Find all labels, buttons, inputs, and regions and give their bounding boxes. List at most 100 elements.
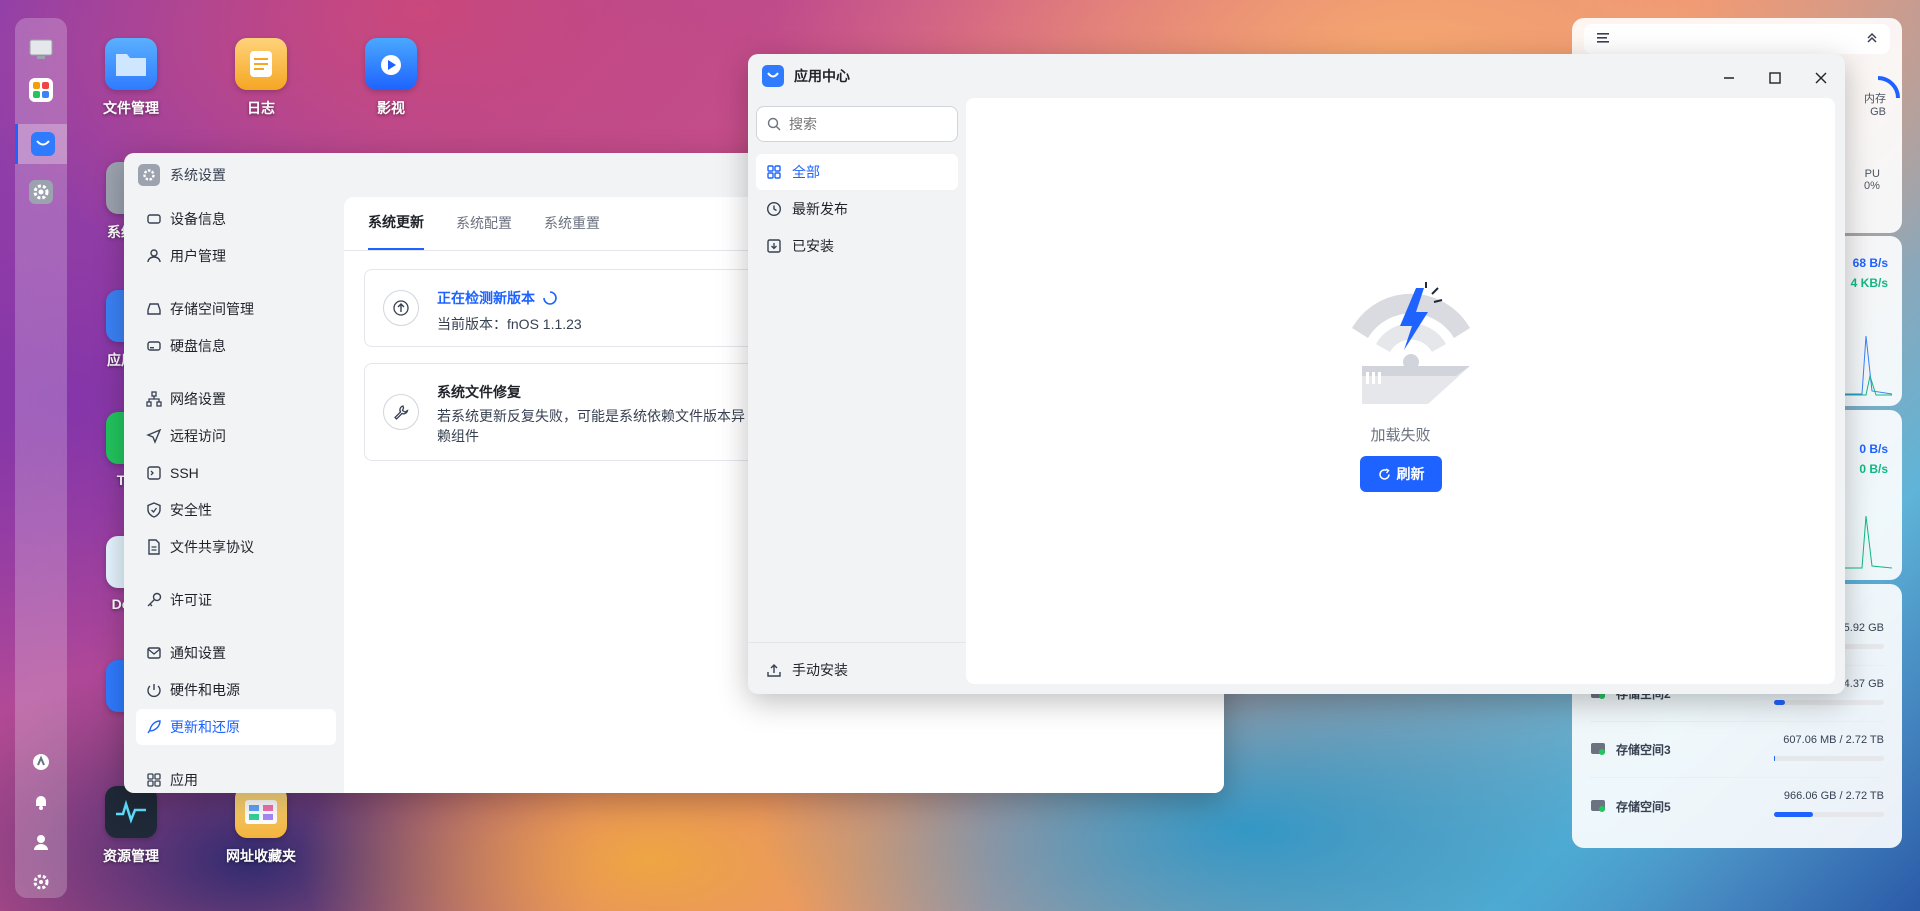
close-icon xyxy=(1815,72,1827,84)
nav-update-restore[interactable]: 更新和还原 xyxy=(136,709,336,745)
storage-value: 5.92 GB xyxy=(1843,622,1884,634)
nav-license[interactable]: 许可证 xyxy=(136,582,336,618)
settings-app-icon xyxy=(138,164,160,186)
monitor-icon xyxy=(29,38,53,62)
nav-label: 用户管理 xyxy=(170,248,226,264)
key-icon xyxy=(147,592,162,607)
nav-storage-management[interactable]: 存储空间管理 xyxy=(136,291,336,327)
send-icon xyxy=(146,428,162,444)
document-icon xyxy=(148,539,160,555)
nav-file-sharing[interactable]: 文件共享协议 xyxy=(136,529,336,565)
appcenter-titlebar[interactable]: 应用中心 xyxy=(748,54,1845,98)
desktop-icon-resource-manager[interactable]: 资源管理 xyxy=(76,786,186,866)
desktop-icon-bookmarks[interactable]: 网址收藏夹 xyxy=(206,786,316,866)
nav-label: 存储空间管理 xyxy=(170,301,254,317)
maximize-icon xyxy=(1769,72,1781,84)
search-box[interactable] xyxy=(756,106,958,142)
nav-notification-settings[interactable]: 通知设置 xyxy=(136,635,336,671)
maximize-button[interactable] xyxy=(1763,66,1787,90)
dock-item-fn[interactable] xyxy=(15,742,67,782)
bell-icon xyxy=(29,790,53,814)
clock-icon xyxy=(766,201,782,217)
close-button[interactable] xyxy=(1809,66,1833,90)
nav-label: 全部 xyxy=(792,164,820,180)
storage-name: 存储空间5 xyxy=(1616,799,1671,814)
storage-bar-fill xyxy=(1774,700,1785,705)
nav-security[interactable]: 安全性 xyxy=(136,492,336,528)
refresh-button[interactable]: 刷新 xyxy=(1360,456,1442,492)
appcenter-main: 加载失败 刷新 xyxy=(966,98,1835,684)
apps-icon xyxy=(147,773,161,787)
nav-network-settings[interactable]: 网络设置 xyxy=(136,381,336,417)
repair-desc-line: 若系统更新反复失败，可能是系统依赖文件版本异 xyxy=(437,408,745,424)
nav-hardware-power[interactable]: 硬件和电源 xyxy=(136,672,336,708)
dock-item-user[interactable] xyxy=(15,822,67,862)
storage-bar xyxy=(1774,700,1884,705)
current-version: 当前版本：fnOS 1.1.23 xyxy=(437,314,582,334)
nav-user-management[interactable]: 用户管理 xyxy=(136,238,336,274)
storage-row: 存储空间3 607.06 MB / 2.72 TB xyxy=(1590,722,1884,778)
grid-icon xyxy=(767,165,781,179)
dock-item-apps[interactable] xyxy=(15,70,67,110)
disk-icon xyxy=(147,341,161,351)
tab-system-reset[interactable]: 系统重置 xyxy=(544,196,600,250)
storage-icon xyxy=(147,303,161,315)
widget-settings-icon[interactable] xyxy=(1596,31,1612,48)
nav-all[interactable]: 全部 xyxy=(756,154,958,190)
collapse-icon[interactable] xyxy=(1866,31,1878,47)
desktop-icon-video[interactable]: 影视 xyxy=(336,38,446,118)
tab-system-config[interactable]: 系统配置 xyxy=(456,196,512,250)
net1-up: 68 B/s xyxy=(1852,256,1888,270)
storage-icon xyxy=(1590,740,1606,759)
load-failed-text: 加载失败 xyxy=(1370,427,1431,444)
storage-value: 966.06 GB / 2.72 TB xyxy=(1783,790,1884,802)
dock-item-notifications[interactable] xyxy=(15,782,67,822)
appcenter-window: 应用中心 全部 最新发布 已安装 手动安装 xyxy=(748,54,1845,694)
nav-label: 许可证 xyxy=(170,592,212,608)
gear-icon xyxy=(29,180,53,204)
log-icon xyxy=(235,38,287,90)
window-title: 应用中心 xyxy=(794,68,850,84)
tab-system-update[interactable]: 系统更新 xyxy=(368,196,424,250)
nav-device-info[interactable]: 设备信息 xyxy=(136,201,336,237)
current-version-label: 当前版本： xyxy=(437,316,507,332)
nav-latest[interactable]: 最新发布 xyxy=(756,191,958,227)
dock-item-appcenter[interactable] xyxy=(15,124,67,164)
storage-bar-fill xyxy=(1774,756,1776,761)
user-icon xyxy=(147,249,161,263)
settings-sidebar: 设备信息 用户管理 存储空间管理 硬盘信息 网络设置 远程访问 SSH 安全性 … xyxy=(124,197,344,793)
desktop-icon-label: 资源管理 xyxy=(103,848,159,864)
desktop-icon-file-manager[interactable]: 文件管理 xyxy=(76,38,186,118)
desktop-icon-label: 文件管理 xyxy=(103,100,159,116)
rocket-icon xyxy=(147,720,161,734)
desktop-icon-logs[interactable]: 日志 xyxy=(206,38,316,118)
activity-monitor-icon xyxy=(105,786,157,838)
nav-apps[interactable]: 应用 xyxy=(136,762,336,793)
desktop-icon-label: 日志 xyxy=(247,100,275,116)
folder-icon xyxy=(105,38,157,90)
memory-ring xyxy=(1877,76,1900,99)
dock xyxy=(15,18,67,898)
nav-label: 通知设置 xyxy=(170,645,226,661)
window-title: 系统设置 xyxy=(170,167,226,183)
search-input[interactable] xyxy=(789,116,939,132)
dock-item-desktop[interactable] xyxy=(15,30,67,70)
manual-install-button[interactable]: 手动安装 xyxy=(756,652,958,688)
nav-ssh[interactable]: SSH xyxy=(136,455,336,491)
minimize-button[interactable] xyxy=(1717,66,1741,90)
nav-label: 网络设置 xyxy=(170,391,226,407)
nav-installed[interactable]: 已安装 xyxy=(756,228,958,264)
repair-desc-line: 赖组件 xyxy=(437,428,479,444)
nav-disk-info[interactable]: 硬盘信息 xyxy=(136,328,336,364)
dock-item-settings[interactable] xyxy=(15,172,67,212)
net2-down: 0 B/s xyxy=(1859,462,1888,476)
nav-remote-access[interactable]: 远程访问 xyxy=(136,418,336,454)
dock-item-system-settings[interactable] xyxy=(15,862,67,902)
update-status-text: 正在检测新版本 xyxy=(437,290,535,306)
nav-label: 文件共享协议 xyxy=(170,539,254,555)
manual-install-label: 手动安装 xyxy=(792,662,848,678)
cpu-value: 0% xyxy=(1864,180,1880,192)
nav-label: 硬件和电源 xyxy=(170,682,240,698)
repair-title: 系统文件修复 xyxy=(437,384,521,400)
refresh-label: 刷新 xyxy=(1396,466,1425,482)
